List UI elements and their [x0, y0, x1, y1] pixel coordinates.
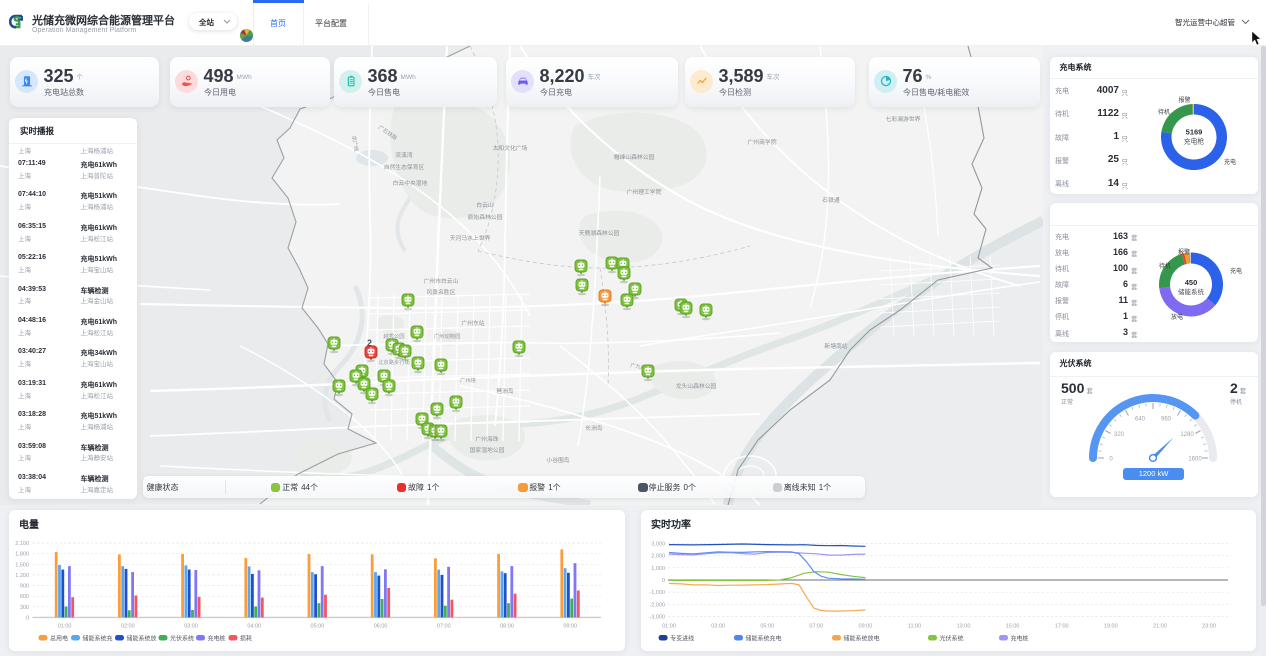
svg-text:龙头山森林公园: 龙头山森林公园 [676, 382, 717, 390]
svg-text:-2,000: -2,000 [649, 602, 665, 608]
svg-text:300: 300 [20, 605, 29, 611]
svg-text:900: 900 [20, 584, 29, 590]
svg-text:3,000: 3,000 [651, 541, 665, 547]
svg-text:储能系统放电: 储能系统放电 [844, 635, 880, 643]
svg-text:02:00: 02:00 [121, 624, 135, 630]
svg-text:1,800: 1,800 [15, 552, 29, 558]
svg-text:21:00: 21:00 [1153, 624, 1167, 630]
svg-text:广州海珠: 广州海珠 [475, 435, 498, 443]
svg-text:总用电: 总用电 [50, 635, 68, 643]
svg-text:19:00: 19:00 [1104, 624, 1118, 630]
svg-text:广州塔: 广州塔 [460, 376, 477, 384]
svg-text:600: 600 [20, 594, 29, 600]
svg-text:天河马水上世界: 天河马水上世界 [450, 234, 491, 242]
svg-text:七彩澜游世界: 七彩澜游世界 [886, 115, 921, 123]
svg-text:天鹿湖森林公园: 天鹿湖森林公园 [579, 229, 620, 237]
svg-text:放电: 放电 [1171, 313, 1183, 321]
svg-text:2,000: 2,000 [651, 554, 665, 560]
svg-text:储能系统充: 储能系统充 [83, 635, 113, 643]
svg-text:01:00: 01:00 [662, 624, 676, 630]
svg-text:长洲岛: 长洲岛 [585, 424, 603, 432]
svg-text:自然生态保育区: 自然生态保育区 [384, 163, 425, 171]
svg-text:1,000: 1,000 [651, 566, 665, 572]
svg-text:新塘南站: 新塘南站 [824, 342, 847, 350]
svg-text:1,200: 1,200 [15, 573, 29, 579]
svg-text:待机: 待机 [1158, 108, 1170, 116]
svg-text:帽峰山森林公园: 帽峰山森林公园 [614, 153, 655, 161]
svg-text:01:00: 01:00 [58, 624, 72, 630]
svg-text:国家湿地公园: 国家湿地公园 [470, 446, 505, 454]
svg-text:充电桩: 充电桩 [208, 635, 226, 643]
svg-text:07:00: 07:00 [809, 624, 823, 630]
svg-text:1600: 1600 [1188, 457, 1202, 463]
svg-text:琶洲岛: 琶洲岛 [496, 387, 514, 395]
svg-text:储能系统放: 储能系统放 [127, 635, 157, 643]
svg-text:待机: 待机 [1159, 262, 1171, 270]
svg-text:15:00: 15:00 [1006, 624, 1020, 630]
svg-text:450: 450 [1185, 278, 1198, 287]
svg-text:0: 0 [26, 615, 29, 621]
svg-text:光伏系统: 光伏系统 [940, 635, 964, 643]
svg-text:03:00: 03:00 [184, 624, 198, 630]
svg-text:0: 0 [662, 578, 665, 584]
svg-text:640: 640 [1135, 417, 1146, 423]
svg-text:1280: 1280 [1180, 432, 1194, 438]
svg-text:960: 960 [1161, 417, 1172, 423]
svg-text:风景名胜区: 风景名胜区 [427, 288, 456, 296]
svg-text:广州理工学院: 广州理工学院 [627, 188, 662, 196]
svg-text:13:00: 13:00 [957, 624, 971, 630]
svg-text:广州商学院: 广州商学院 [748, 138, 777, 146]
svg-text:-1,000: -1,000 [649, 590, 665, 596]
svg-text:光伏系统: 光伏系统 [170, 635, 194, 643]
svg-text:2: 2 [367, 338, 372, 348]
svg-text:白云中央湿地: 白云中央湿地 [393, 179, 428, 187]
svg-text:05:00: 05:00 [311, 624, 325, 630]
svg-text:-3,000: -3,000 [649, 615, 665, 621]
svg-text:原始森林公园: 原始森林公园 [468, 213, 503, 221]
svg-text:0: 0 [1109, 457, 1113, 463]
svg-text:320: 320 [1114, 432, 1125, 438]
svg-text:07:00: 07:00 [437, 624, 451, 630]
svg-text:05:00: 05:00 [760, 624, 774, 630]
svg-text:1,500: 1,500 [15, 562, 29, 568]
svg-text:06:00: 06:00 [374, 624, 388, 630]
svg-text:小谷围岛: 小谷围岛 [546, 456, 569, 464]
svg-text:23:00: 23:00 [1202, 624, 1216, 630]
svg-text:流溪湾: 流溪湾 [395, 151, 413, 159]
svg-text:太和文化广场: 太和文化广场 [493, 144, 528, 152]
svg-text:充电: 充电 [1230, 267, 1242, 275]
svg-text:08:00: 08:00 [500, 624, 514, 630]
svg-text:报警: 报警 [1178, 96, 1190, 104]
svg-text:03:00: 03:00 [711, 624, 725, 630]
svg-text:2,100: 2,100 [15, 541, 29, 547]
svg-text:广州市白云山: 广州市白云山 [424, 277, 459, 285]
svg-text:专变进线: 专变进线 [670, 635, 694, 643]
svg-text:广州东站: 广州东站 [461, 319, 484, 327]
svg-text:充电枪: 充电枪 [1184, 137, 1205, 146]
svg-text:09:00: 09:00 [563, 624, 577, 630]
svg-text:充电桩: 充电桩 [1011, 635, 1029, 643]
svg-text:储能系统充电: 储能系统充电 [746, 635, 782, 643]
svg-text:白云山: 白云山 [476, 201, 494, 209]
svg-text:储能系统: 储能系统 [1178, 287, 1205, 296]
svg-text:报警: 报警 [1178, 248, 1190, 256]
svg-text:损耗: 损耗 [240, 635, 252, 643]
svg-text:充电: 充电 [1224, 158, 1236, 166]
svg-text:17:00: 17:00 [1055, 624, 1069, 630]
svg-text:09:00: 09:00 [859, 624, 873, 630]
svg-text:5169: 5169 [1186, 128, 1203, 137]
svg-text:04:00: 04:00 [247, 624, 261, 630]
svg-text:广州动物园: 广州动物园 [434, 332, 461, 340]
svg-text:11:00: 11:00 [908, 624, 921, 630]
svg-text:石铁通: 石铁通 [822, 196, 840, 204]
